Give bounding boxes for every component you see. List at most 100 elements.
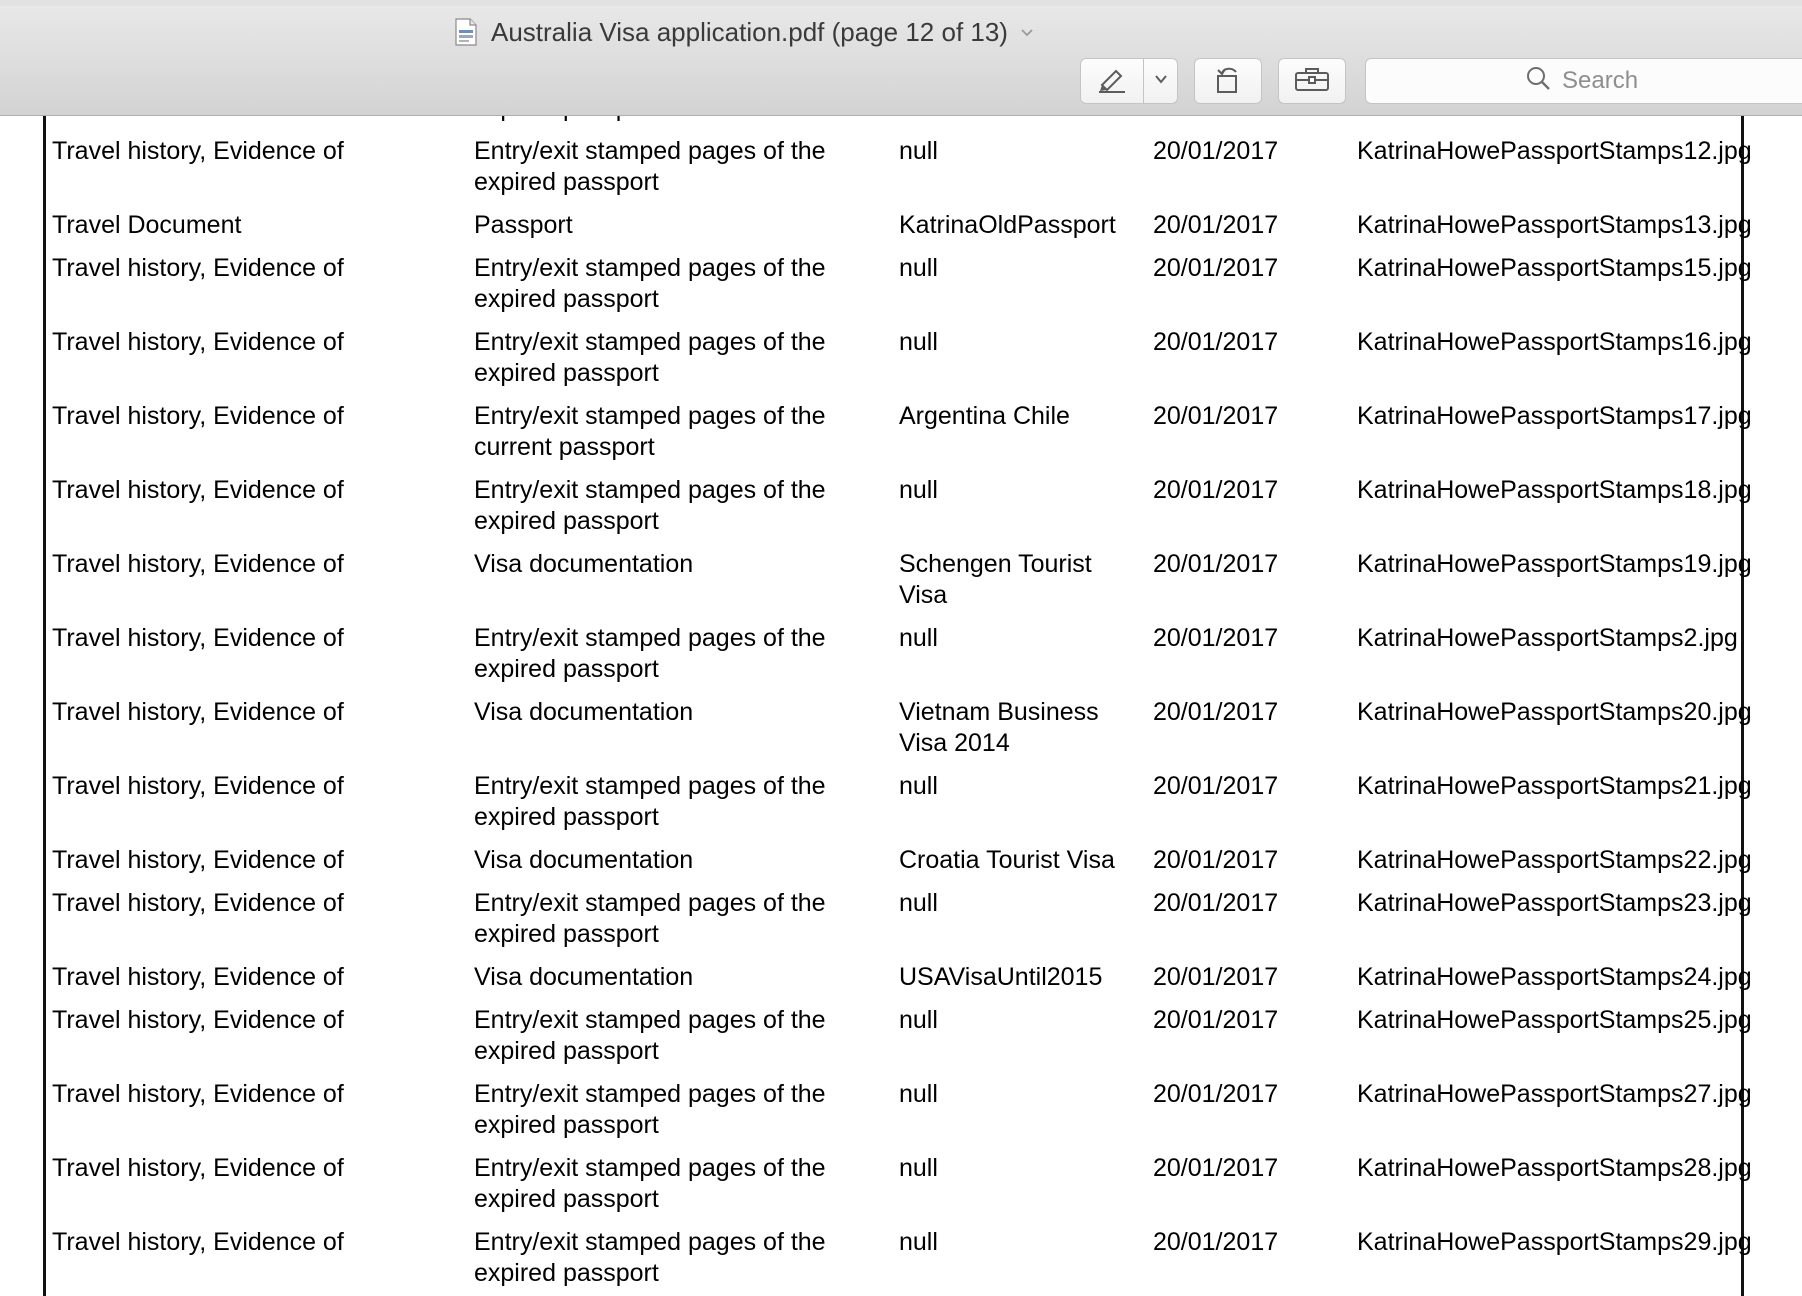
date-cell: 20/01/2017	[1153, 889, 1279, 917]
filename-cell: KatrinaHowePassportStamps20.jpg	[1357, 698, 1752, 726]
table-row: Travel history, Evidence of Visa documen…	[0, 697, 1802, 771]
date-cell: 20/01/2017	[1153, 772, 1279, 800]
document-type-cell: Visa documentation	[474, 846, 694, 874]
description-cell: Croatia Tourist Visa	[899, 846, 1115, 874]
window-title: Australia Visa application.pdf (page 12 …	[491, 16, 1008, 47]
titlebar-edge	[0, 0, 1802, 6]
table-row: Travel history, Evidence of Entry/exit s…	[0, 475, 1802, 549]
document-type-cell: Visa documentation	[474, 550, 694, 578]
markup-button[interactable]	[1081, 59, 1145, 103]
table-row: Travel history, Evidence of Entry/exit s…	[0, 401, 1802, 475]
table-row: Travel history, Evidence of Visa documen…	[0, 845, 1802, 888]
description-cell: Argentina Chile	[899, 402, 1070, 430]
filename-cell: KatrinaHowePassportStamps25.jpg	[1357, 1006, 1752, 1034]
date-cell: 20/01/2017	[1153, 1228, 1279, 1256]
date-cell: 20/01/2017	[1153, 402, 1279, 430]
filename-cell: KatrinaHowePassportStamps16.jpg	[1357, 328, 1752, 356]
document-type-cell: expired passport	[474, 116, 884, 124]
date-cell: 20/01/2017	[1153, 698, 1279, 726]
rotate-button[interactable]	[1194, 58, 1262, 104]
description-cell: null	[899, 1154, 938, 1182]
filename-cell: KatrinaHowePassportStamps21.jpg	[1357, 772, 1752, 800]
category-cell: Travel Document	[52, 211, 242, 239]
document-type-cell: Entry/exit stamped pages of the current …	[474, 402, 826, 461]
category-cell: Travel history, Evidence of	[52, 1228, 344, 1256]
window-title-group[interactable]: Australia Visa application.pdf (page 12 …	[455, 14, 1036, 50]
document-type-cell: Entry/exit stamped pages of the expired …	[474, 889, 826, 948]
date-cell: 20/01/2017	[1153, 1080, 1279, 1108]
pdf-document-icon	[455, 18, 477, 46]
search-input[interactable]	[1560, 66, 1704, 96]
filename-cell: KatrinaHowePassportStamps12.jpg	[1357, 137, 1752, 165]
filename-cell: KatrinaHowePassportStamps15.jpg	[1357, 254, 1752, 282]
category-cell: Travel history, Evidence of	[52, 476, 344, 504]
table-row: Travel history, Evidence of Entry/exit s…	[0, 623, 1802, 697]
titlebar: Australia Visa application.pdf (page 12 …	[0, 0, 1802, 116]
category-cell: Travel history, Evidence of	[52, 254, 344, 282]
pdf-page-view[interactable]: expired passport Travel history, Evidenc…	[0, 116, 1802, 1296]
filename-cell: KatrinaHowePassportStamps2.jpg	[1357, 624, 1738, 652]
category-cell: Travel history, Evidence of	[52, 698, 344, 726]
date-cell: 20/01/2017	[1153, 963, 1279, 991]
document-type-cell: Entry/exit stamped pages of the expired …	[474, 254, 826, 313]
description-cell: null	[899, 772, 938, 800]
filename-cell: KatrinaHowePassportStamps23.jpg	[1357, 889, 1752, 917]
filename-cell: KatrinaHowePassportStamps19.jpg	[1357, 550, 1752, 578]
date-cell: 20/01/2017	[1153, 550, 1279, 578]
attachments-table: expired passport Travel history, Evidenc…	[0, 116, 1802, 1296]
table-row: expired passport	[0, 116, 1802, 136]
table-row: Travel history, Evidence of Entry/exit s…	[0, 771, 1802, 845]
description-cell: USAVisaUntil2015	[899, 963, 1103, 991]
document-type-cell: Entry/exit stamped pages of the expired …	[474, 772, 826, 831]
category-cell: Travel history, Evidence of	[52, 1006, 344, 1034]
category-cell: Travel history, Evidence of	[52, 846, 344, 874]
description-cell: null	[899, 889, 938, 917]
category-cell: Travel history, Evidence of	[52, 550, 344, 578]
date-cell: 20/01/2017	[1153, 1154, 1279, 1182]
document-type-cell: Passport	[474, 211, 573, 239]
chevron-down-icon	[1153, 71, 1169, 92]
category-cell: Travel history, Evidence of	[52, 1154, 344, 1182]
filename-cell: KatrinaHowePassportStamps22.jpg	[1357, 846, 1752, 874]
filename-cell: KatrinaHowePassportStamps27.jpg	[1357, 1080, 1752, 1108]
markup-menu-button[interactable]	[1144, 59, 1177, 103]
preview-window: Australia Visa application.pdf (page 12 …	[0, 0, 1802, 1296]
description-cell: null	[899, 1006, 938, 1034]
table-row: Travel history, Evidence of Entry/exit s…	[0, 888, 1802, 962]
table-row: Travel history, Evidence of Entry/exit s…	[0, 327, 1802, 401]
filename-cell: KatrinaHowePassportStamps24.jpg	[1357, 963, 1752, 991]
search-icon	[1526, 66, 1552, 97]
description-cell: null	[899, 1080, 938, 1108]
description-cell: null	[899, 1228, 938, 1256]
category-cell: Travel history, Evidence of	[52, 624, 344, 652]
search-field[interactable]	[1365, 58, 1802, 104]
category-cell: Travel history, Evidence of	[52, 328, 344, 356]
document-type-cell: Entry/exit stamped pages of the expired …	[474, 1228, 826, 1287]
table-row: Travel history, Evidence of Entry/exit s…	[0, 1227, 1802, 1296]
date-cell: 20/01/2017	[1153, 1006, 1279, 1034]
filename-cell: KatrinaHowePassportStamps17.jpg	[1357, 402, 1752, 430]
markup-toolbar-button[interactable]	[1278, 58, 1346, 104]
chevron-down-icon[interactable]	[1018, 23, 1036, 41]
category-cell: Travel history, Evidence of	[52, 1080, 344, 1108]
filename-cell: KatrinaHowePassportStamps28.jpg	[1357, 1154, 1752, 1182]
document-type-cell: Entry/exit stamped pages of the expired …	[474, 328, 826, 387]
description-cell: Schengen Tourist Visa	[899, 550, 1092, 609]
filename-cell: KatrinaHowePassportStamps13.jpg	[1357, 211, 1752, 239]
toolbox-icon	[1294, 66, 1330, 97]
table-row: Travel history, Evidence of Visa documen…	[0, 962, 1802, 1005]
description-cell: null	[899, 476, 938, 504]
date-cell: 20/01/2017	[1153, 846, 1279, 874]
table-row: Travel history, Evidence of Entry/exit s…	[0, 1079, 1802, 1153]
table-row: Travel history, Evidence of Entry/exit s…	[0, 1153, 1802, 1227]
description-cell: null	[899, 137, 938, 165]
description-cell: null	[899, 624, 938, 652]
document-type-cell: Entry/exit stamped pages of the expired …	[474, 1080, 826, 1139]
date-cell: 20/01/2017	[1153, 476, 1279, 504]
markup-toolbar-group	[1080, 58, 1178, 104]
description-cell: null	[899, 254, 938, 282]
description-cell: Vietnam Business Visa 2014	[899, 698, 1099, 757]
category-cell: Travel history, Evidence of	[52, 772, 344, 800]
category-cell: Travel history, Evidence of	[52, 963, 344, 991]
document-type-cell: Entry/exit stamped pages of the expired …	[474, 1006, 826, 1065]
